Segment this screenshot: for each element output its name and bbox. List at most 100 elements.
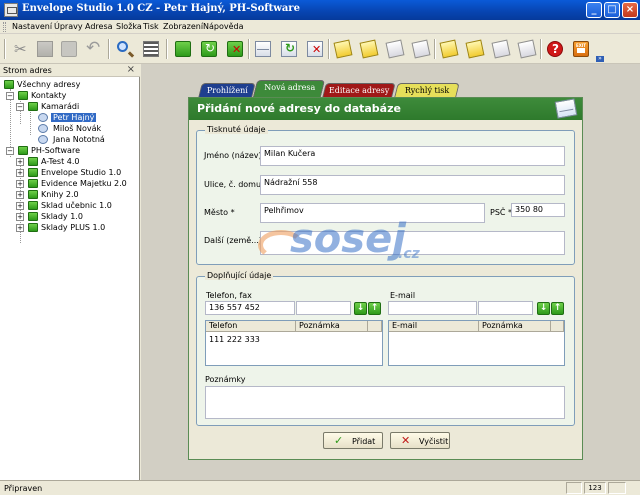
exit-button[interactable]: EXIT: [570, 38, 592, 60]
tree-node-ph-software[interactable]: − PH-Software: [6, 145, 132, 156]
list-button[interactable]: [140, 38, 162, 60]
phone-add-down-icon[interactable]: ↓: [354, 302, 367, 315]
print-label-1-button[interactable]: [438, 38, 460, 60]
expand-icon[interactable]: +: [16, 169, 24, 177]
person-icon: [38, 113, 48, 122]
menu-slozka[interactable]: Složka: [116, 22, 142, 31]
edit-address-button[interactable]: [278, 38, 300, 60]
name-input[interactable]: Milan Kučera: [260, 146, 565, 166]
phone-grid-header-poznamka[interactable]: Poznámka: [296, 321, 368, 332]
menu-nastaveni[interactable]: Nastavení: [12, 22, 52, 31]
clear-button[interactable]: ✕ Vyčistit: [390, 432, 450, 449]
tab-prohlizeni[interactable]: Prohlížení: [198, 83, 256, 97]
tree-node-folder[interactable]: + Sklady 1.0: [16, 211, 132, 222]
phone-input[interactable]: 136 557 452: [205, 301, 295, 315]
email-add-down-icon[interactable]: ↓: [537, 302, 550, 315]
email-move-up-icon[interactable]: ↑: [551, 302, 564, 315]
menu-grip[interactable]: [3, 22, 6, 32]
menu-zobrazeni[interactable]: Zobrazení: [163, 22, 203, 31]
tree-node-label: Petr Hajný: [51, 113, 97, 122]
psc-input[interactable]: 350 80: [511, 203, 565, 217]
collapse-icon[interactable]: −: [6, 147, 14, 155]
tab-rychly-tisk[interactable]: Rychlý tisk: [394, 83, 460, 97]
paste-button[interactable]: [58, 38, 80, 60]
notes-textarea[interactable]: [205, 386, 565, 419]
delete-folder-button[interactable]: [224, 38, 246, 60]
expand-icon[interactable]: +: [16, 158, 24, 166]
expand-icon[interactable]: +: [16, 213, 24, 221]
tree-node-folder[interactable]: + Envelope Studio 1.0: [16, 167, 132, 178]
phone-grid[interactable]: Telefon Poznámka 111 222 333: [205, 320, 383, 366]
folder-icon: [28, 190, 38, 199]
expand-icon[interactable]: +: [16, 224, 24, 232]
phone-move-up-icon[interactable]: ↑: [368, 302, 381, 315]
other-label: Další (země...): [204, 236, 262, 245]
notes-label: Poznámky: [205, 375, 246, 384]
tree-node-root[interactable]: Všechny adresy: [2, 79, 132, 90]
tree-node-kontakty[interactable]: − Kontakty: [6, 90, 132, 101]
email-input[interactable]: [388, 301, 477, 315]
tree-node-folder[interactable]: + Sklady PLUS 1.0: [16, 222, 132, 233]
menu-napoveda[interactable]: Nápověda: [203, 22, 244, 31]
street-input[interactable]: Nádražní 558: [260, 175, 565, 195]
tab-nova-adresa[interactable]: Nová adresa: [252, 80, 326, 97]
tab-editace-adresy[interactable]: Editace adresy: [322, 83, 396, 97]
edit-folder-button[interactable]: [198, 38, 220, 60]
print-envelope-1-button[interactable]: [332, 38, 354, 60]
menu-tisk[interactable]: Tisk: [143, 22, 159, 31]
add-button[interactable]: ✓ Přidat: [323, 432, 383, 449]
phone-grid-cell[interactable]: 111 222 333: [209, 335, 260, 344]
email-grid-header-poznamka[interactable]: Poznámka: [479, 321, 551, 332]
search-button[interactable]: [114, 38, 136, 60]
menu-upravy[interactable]: Úpravy: [54, 22, 83, 31]
copy-button[interactable]: [34, 38, 56, 60]
tree-node-person-selected[interactable]: Petr Hajný: [38, 112, 128, 123]
print-envelope-2-button[interactable]: [358, 38, 380, 60]
tree-node-folder[interactable]: + Evidence Majetku 2.0: [16, 178, 132, 189]
expand-icon[interactable]: +: [16, 202, 24, 210]
tab-label: Rychlý tisk: [404, 86, 450, 95]
app-icon[interactable]: [4, 3, 18, 17]
tree-node-person[interactable]: Miloš Novák: [38, 123, 128, 134]
tree-node-kamaradi[interactable]: − Kamarádi: [16, 101, 132, 112]
tree-node-person[interactable]: Jana Nototná: [38, 134, 128, 145]
toolbar-separator: [248, 39, 250, 59]
expand-icon[interactable]: +: [16, 191, 24, 199]
close-window-button[interactable]: ×: [622, 2, 638, 18]
menu-adresa[interactable]: Adresa: [85, 22, 113, 31]
minimize-button[interactable]: _: [586, 2, 602, 18]
maximize-button[interactable]: □: [604, 2, 620, 18]
panel-header: Přidání nové adresy do databáze: [189, 98, 582, 120]
new-address-button[interactable]: [252, 38, 274, 60]
cut-button[interactable]: [10, 38, 32, 60]
tree-node-folder[interactable]: + Knihy 2.0: [16, 189, 132, 200]
print-label-4-button[interactable]: [516, 38, 538, 60]
email-grid-header-email[interactable]: E-mail: [389, 321, 479, 332]
help-button[interactable]: [544, 38, 566, 60]
expand-icon[interactable]: +: [16, 180, 24, 188]
other-input[interactable]: [260, 231, 565, 255]
delete-address-button[interactable]: [304, 38, 326, 60]
email-note-input[interactable]: [478, 301, 533, 315]
new-folder-button[interactable]: [172, 38, 194, 60]
tree-node-label: Sklady PLUS 1.0: [41, 223, 106, 232]
phone-note-input[interactable]: [296, 301, 351, 315]
folder-icon: [28, 168, 38, 177]
collapse-icon[interactable]: −: [16, 103, 24, 111]
email-grid[interactable]: E-mail Poznámka: [388, 320, 565, 366]
address-tree-title: Strom adres: [3, 66, 52, 75]
city-input[interactable]: Pelhřimov: [260, 203, 485, 223]
print-label-2-button[interactable]: [464, 38, 486, 60]
undo-button[interactable]: [82, 38, 104, 60]
tree-node-folder[interactable]: + A-Test 4.0: [16, 156, 132, 167]
print-label-3-button[interactable]: [490, 38, 512, 60]
close-pane-icon[interactable]: ×: [127, 64, 135, 75]
toolbar-overflow-chevron-icon[interactable]: »: [596, 56, 604, 62]
folder-icon: [28, 212, 38, 221]
print-envelope-3-button[interactable]: [384, 38, 406, 60]
print-envelope-4-button[interactable]: [410, 38, 432, 60]
collapse-icon[interactable]: −: [6, 92, 14, 100]
tree-node-folder[interactable]: + Sklad učebnic 1.0: [16, 200, 132, 211]
address-tree-pane: Strom adres × Všechny adresy − Kontakty …: [0, 64, 140, 480]
phone-grid-header-telefon[interactable]: Telefon: [206, 321, 296, 332]
